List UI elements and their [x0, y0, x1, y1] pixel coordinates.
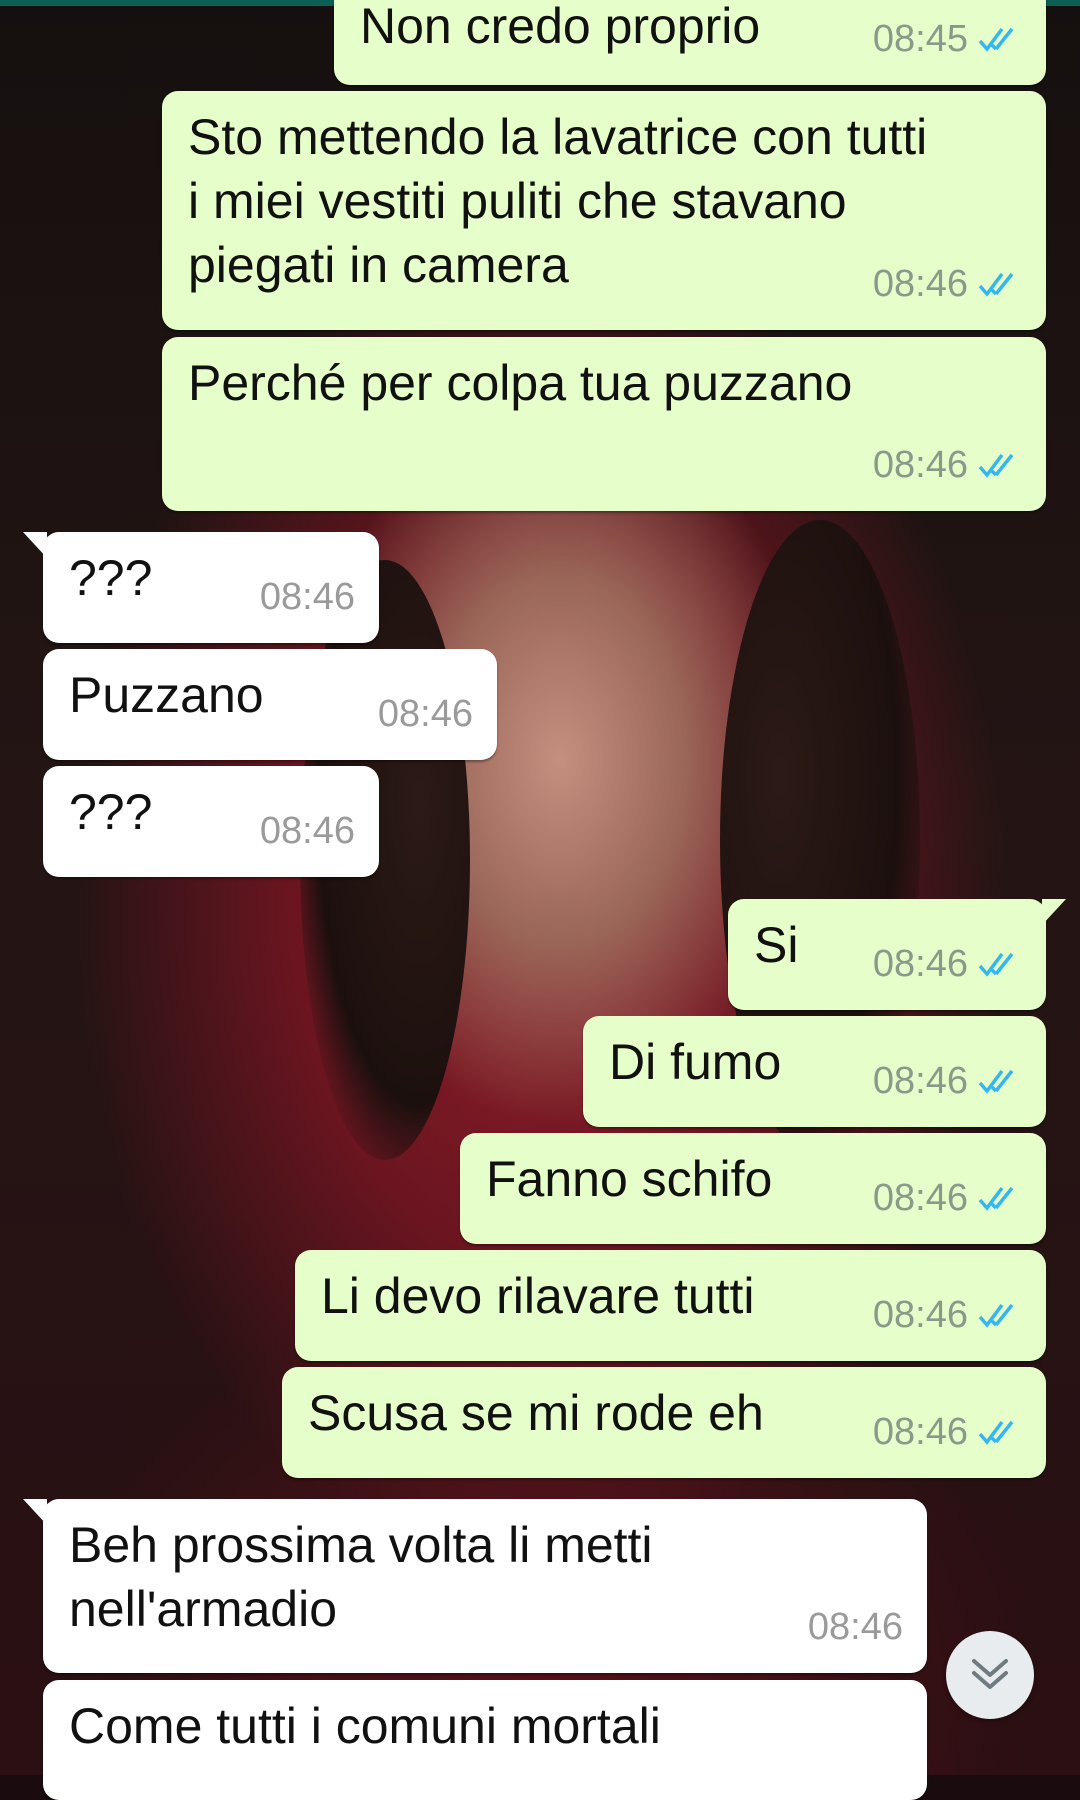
- message-time: 08:46: [807, 1606, 903, 1648]
- message-time: 08:46: [872, 1411, 968, 1453]
- message-time: 08:45: [872, 18, 968, 60]
- message-meta: 08:45: [873, 7, 1024, 71]
- double-check-read-icon: [978, 272, 1014, 297]
- double-check-read-icon: [978, 1420, 1014, 1445]
- message-time: 08:46: [259, 810, 355, 852]
- message-meta: 08:46: [260, 565, 355, 629]
- message-bubble-outgoing[interactable]: Perché per colpa tua puzzano 08:46: [162, 337, 1046, 511]
- message-bubble-outgoing[interactable]: Di fumo 08:46: [583, 1016, 1046, 1127]
- double-check-read-icon: [978, 1069, 1014, 1094]
- double-chevron-down-icon: [972, 1659, 1008, 1689]
- message-time: 08:46: [872, 444, 968, 486]
- message-bubble-incoming[interactable]: Beh prossima volta li metti nell'armadio…: [23, 1499, 927, 1673]
- message-bubble-outgoing[interactable]: Li devo rilavare tutti 08:46: [295, 1250, 1046, 1361]
- message-text: Beh prossima volta li metti nell'armadio: [69, 1517, 653, 1637]
- message-time: 08:46: [872, 943, 968, 985]
- message-time: 08:46: [377, 693, 473, 735]
- message-bubble-incoming[interactable]: Come tutti i comuni mortali: [43, 1680, 927, 1800]
- message-time: 08:46: [872, 1294, 968, 1336]
- message-bubble-incoming[interactable]: ??? 08:46: [23, 532, 379, 643]
- message-bubble-incoming[interactable]: ??? 08:46: [43, 766, 379, 877]
- message-time: 08:46: [872, 263, 968, 305]
- message-bubble-outgoing[interactable]: Non credo proprio 08:45: [334, 0, 1046, 85]
- message-time: 08:46: [872, 1060, 968, 1102]
- message-text: Perché per colpa tua puzzano: [188, 355, 853, 411]
- double-check-read-icon: [978, 453, 1014, 478]
- message-text: Come tutti i comuni mortali: [69, 1698, 661, 1754]
- message-meta: 08:46: [873, 1049, 1024, 1113]
- message-meta: 08:46: [873, 1283, 1024, 1347]
- double-check-read-icon: [978, 952, 1014, 977]
- bubble-tail: [23, 1499, 47, 1525]
- message-bubble-incoming[interactable]: Puzzano 08:46: [43, 649, 497, 760]
- message-meta: 08:46: [873, 252, 1024, 316]
- message-meta: 08:46: [808, 1595, 903, 1659]
- bubble-tail: [1042, 899, 1066, 925]
- bubble-tail: [23, 532, 47, 558]
- message-bubble-outgoing[interactable]: Sto mettendo la lavatrice con tutti i mi…: [162, 91, 1046, 330]
- message-bubble-outgoing[interactable]: Scusa se mi rode eh 08:46: [282, 1367, 1046, 1478]
- message-bubble-outgoing[interactable]: Fanno schifo 08:46: [460, 1133, 1046, 1244]
- message-meta: 08:46: [873, 1400, 1024, 1464]
- message-meta: 08:46: [260, 799, 355, 863]
- message-time: 08:46: [872, 1177, 968, 1219]
- message-bubble-outgoing[interactable]: Si 08:46: [728, 899, 1066, 1010]
- message-time: 08:46: [259, 576, 355, 618]
- double-check-read-icon: [978, 27, 1014, 52]
- message-meta: 08:46: [873, 1166, 1024, 1230]
- message-meta: 08:46: [378, 682, 473, 746]
- double-check-read-icon: [978, 1303, 1014, 1328]
- message-meta: 08:46: [873, 433, 1024, 497]
- double-check-read-icon: [978, 1186, 1014, 1211]
- message-meta: 08:46: [873, 932, 1024, 996]
- scroll-to-bottom-button[interactable]: [946, 1631, 1034, 1719]
